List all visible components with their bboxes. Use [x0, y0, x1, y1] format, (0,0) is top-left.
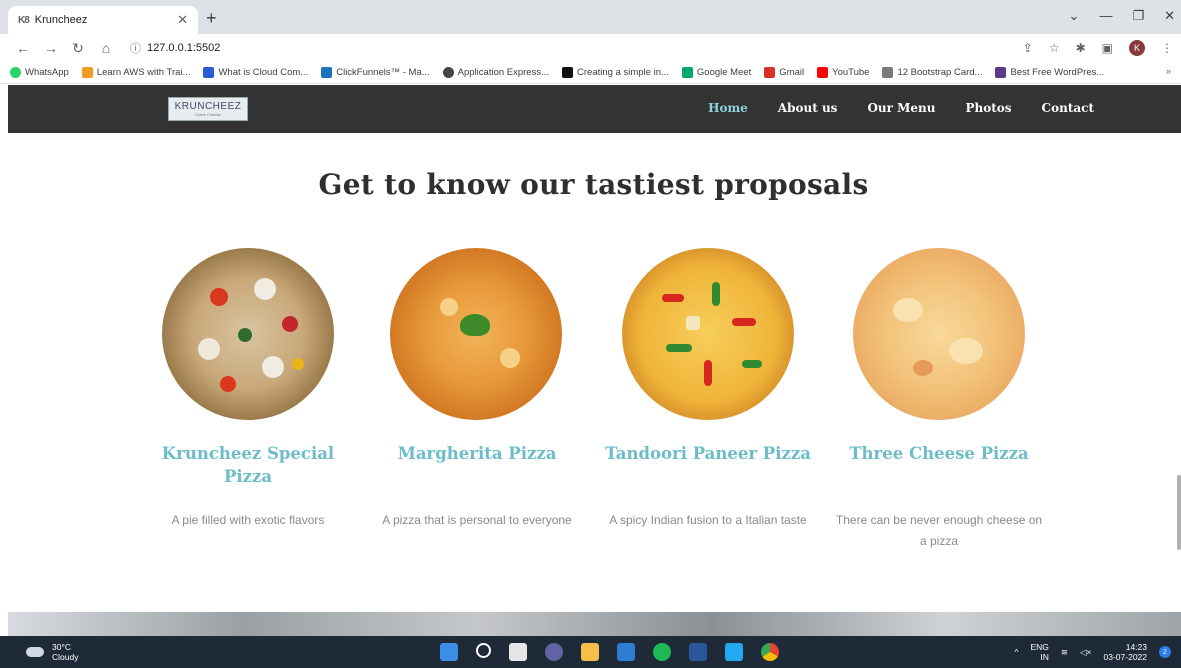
clickfunnels-icon: [321, 67, 333, 78]
close-tab-icon[interactable]: ✕: [177, 12, 188, 28]
taskbar-apps: [440, 643, 779, 661]
pizza-image-kruncheez-special: [162, 248, 334, 420]
more-bookmarks-button[interactable]: »: [1166, 66, 1171, 76]
wordpress-icon: [995, 67, 1007, 78]
home-icon[interactable]: ⌂: [100, 40, 112, 56]
menu-icon[interactable]: ⋮: [1161, 41, 1173, 55]
search-icon[interactable]: [476, 643, 491, 658]
tab-title: Kruncheez: [34, 14, 88, 26]
bookmark-item[interactable]: Learn AWS with Trai...: [81, 67, 190, 78]
notification-badge[interactable]: 2: [1159, 646, 1171, 658]
back-icon[interactable]: ←: [16, 40, 30, 56]
bookmarks-bar: WhatsApp Learn AWS with Trai... What is …: [0, 62, 1181, 84]
share-icon[interactable]: ⇪: [1023, 41, 1033, 55]
pizza-title: Kruncheez Special Pizza: [161, 444, 335, 486]
store-icon[interactable]: [617, 643, 635, 661]
file-explorer-icon[interactable]: [581, 643, 599, 661]
bookmark-item[interactable]: WhatsApp: [10, 67, 69, 78]
pizza-title: Tandoori Paneer Pizza: [605, 444, 811, 463]
start-icon[interactable]: [440, 643, 458, 661]
pizza-image-three-cheese: [853, 248, 1025, 420]
restore-button[interactable]: ❐: [1132, 8, 1144, 24]
close-window-button[interactable]: ✕: [1164, 8, 1175, 24]
pizza-title: Margherita Pizza: [397, 444, 557, 463]
address-text: 127.0.0.1:5502: [147, 42, 221, 54]
show-hidden-icons-icon[interactable]: ^: [1014, 647, 1018, 657]
volume-icon[interactable]: ◁×: [1080, 647, 1092, 658]
bookmark-star-icon[interactable]: ☆: [1049, 41, 1060, 55]
youtube-icon: [817, 67, 829, 78]
system-tray: ^ ENG IN ≋ ◁× 14:23 03-07-2022 2: [1014, 642, 1171, 662]
section-heading: Get to know our tastiest proposals: [318, 168, 869, 201]
chrome-icon[interactable]: [761, 643, 779, 661]
video-icon: [562, 67, 574, 78]
os-taskbar: 30°C Cloudy ^ ENG IN ≋ ◁× 14:23 03-07-20…: [0, 636, 1181, 668]
extensions-icon[interactable]: ✱: [1076, 41, 1086, 55]
reload-icon[interactable]: ↻: [72, 40, 84, 57]
bookmark-item[interactable]: 12 Bootstrap Card...: [882, 67, 982, 78]
globe-icon: [442, 67, 454, 78]
pizza-title: Three Cheese Pizza: [849, 444, 1029, 463]
minimize-button[interactable]: —: [1099, 8, 1112, 24]
new-tab-button[interactable]: +: [206, 8, 217, 28]
browser-tab-bar: K8 Kruncheez ✕ + ⌄ — ❐ ✕: [0, 0, 1181, 34]
clock[interactable]: 14:23 03-07-2022: [1104, 642, 1147, 662]
bookmark-item[interactable]: Google Meet: [681, 67, 751, 78]
pizza-image-tandoori-paneer: [622, 248, 794, 420]
window-controls: ⌄ — ❐ ✕: [1069, 8, 1175, 24]
toolbar-actions: ⇪ ☆ ✱ ▣ K ⋮: [1023, 40, 1173, 56]
site-info-icon[interactable]: ⓘ: [130, 40, 141, 56]
address-bar[interactable]: ⓘ 127.0.0.1:5502: [130, 40, 220, 56]
tab-search-icon[interactable]: ⌄: [1069, 8, 1080, 24]
task-view-icon[interactable]: [509, 643, 527, 661]
bookmark-item[interactable]: Gmail: [764, 67, 804, 78]
nav-menu[interactable]: Our Menu: [867, 101, 935, 115]
nav-links: Home About us Our Menu Photos Contact: [708, 101, 1094, 115]
cloud-article-icon: [203, 67, 215, 78]
pizza-description: A spicy Indian fusion to a Italian taste: [609, 513, 807, 527]
word-icon[interactable]: [689, 643, 707, 661]
pizza-description: There can be never enough cheese on a pi…: [835, 513, 1043, 548]
aws-icon: [81, 67, 93, 78]
whatsapp-icon: [10, 67, 21, 78]
nav-contact[interactable]: Contact: [1042, 101, 1094, 115]
site-favicon-icon: K8: [18, 14, 30, 26]
code-icon: [882, 67, 894, 78]
cloud-icon: [26, 647, 44, 657]
forward-icon[interactable]: →: [44, 40, 58, 56]
profile-avatar[interactable]: K: [1129, 40, 1145, 56]
bookmark-item[interactable]: Best Free WordPres...: [995, 67, 1104, 78]
vscode-icon[interactable]: [725, 643, 743, 661]
gmail-icon: [764, 67, 776, 78]
browser-tab[interactable]: K8 Kruncheez ✕: [8, 6, 198, 34]
spotify-icon[interactable]: [653, 643, 671, 661]
site-logo[interactable]: KRUNCHEEZ Crave Cheese: [168, 97, 248, 121]
logo-tagline: Crave Cheese: [195, 112, 221, 117]
nav-home[interactable]: Home: [708, 101, 748, 115]
temperature: 30°C: [52, 642, 71, 652]
nav-about[interactable]: About us: [778, 101, 838, 115]
google-meet-icon: [681, 67, 693, 78]
pizza-image-margherita: [390, 248, 562, 420]
browser-toolbar: ← → ↻ ⌂ ⓘ 127.0.0.1:5502 ⇪ ☆ ✱ ▣ K ⋮: [0, 34, 1181, 62]
bookmark-item[interactable]: Application Express...: [442, 67, 549, 78]
page-scrollbar[interactable]: [1177, 475, 1181, 550]
wifi-icon[interactable]: ≋: [1061, 647, 1068, 658]
next-section-background: [8, 612, 1181, 636]
pizza-description: A pie filled with exotic flavors: [171, 513, 325, 527]
logo-wordmark: KRUNCHEEZ: [174, 101, 242, 112]
site-navbar: KRUNCHEEZ Crave Cheese Home About us Our…: [8, 85, 1181, 133]
pizza-description: A pizza that is personal to everyone: [382, 513, 572, 527]
weather-widget[interactable]: 30°C Cloudy: [26, 642, 78, 662]
side-panel-icon[interactable]: ▣: [1102, 41, 1113, 55]
bookmark-item[interactable]: Creating a simple in...: [562, 67, 669, 78]
nav-photos[interactable]: Photos: [965, 101, 1011, 115]
bookmark-item[interactable]: What is Cloud Com...: [203, 67, 308, 78]
weather-condition: Cloudy: [52, 652, 79, 662]
language-indicator[interactable]: ENG IN: [1030, 642, 1048, 662]
teams-chat-icon[interactable]: [545, 643, 563, 661]
bookmark-item[interactable]: YouTube: [817, 67, 869, 78]
bookmark-item[interactable]: ClickFunnels™ - Ma...: [321, 67, 430, 78]
